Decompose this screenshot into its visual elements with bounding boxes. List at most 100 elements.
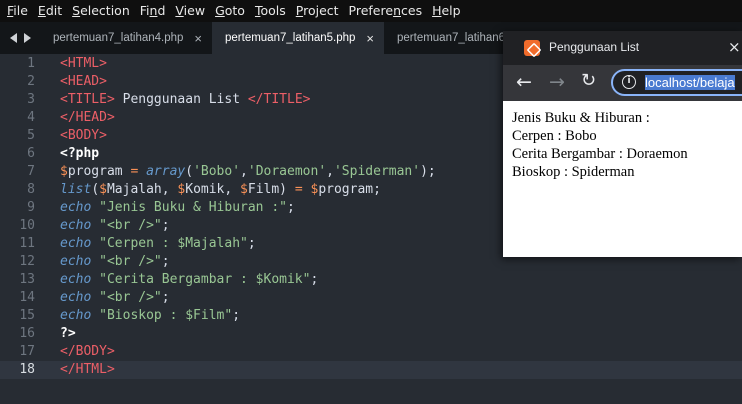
- code-line[interactable]: ?>: [60, 325, 76, 343]
- line-number: 16: [19, 326, 35, 341]
- code-token-tag: <HEAD>: [60, 74, 107, 89]
- menu-label: ile: [13, 3, 28, 18]
- line-number: 11: [19, 236, 35, 251]
- code-line[interactable]: </HTML>: [60, 361, 115, 379]
- close-icon[interactable]: ×: [366, 31, 374, 46]
- back-icon[interactable]: ←: [516, 71, 532, 93]
- code-line[interactable]: <HTML>: [60, 55, 107, 73]
- line-number: 5: [27, 128, 35, 143]
- code-line[interactable]: <BODY>: [60, 127, 107, 145]
- info-icon[interactable]: i: [622, 75, 636, 89]
- close-icon[interactable]: ×: [728, 38, 742, 56]
- menu-mnemonic: S: [72, 3, 81, 18]
- arrow-left-icon[interactable]: [9, 33, 17, 43]
- code-token-plain: ;: [310, 272, 319, 287]
- url-text[interactable]: localhost/belaja: [645, 74, 735, 91]
- line-number: 15: [19, 308, 35, 323]
- menu-mnemonic: V: [175, 3, 184, 18]
- menu-mnemonic: P: [295, 3, 304, 18]
- code-line[interactable]: echo "<br />";: [60, 289, 170, 307]
- tab-nav-arrows: [0, 22, 40, 54]
- line-number: 8: [27, 182, 35, 197]
- code-token-str: "<br />": [99, 254, 162, 269]
- line-number: 14: [19, 290, 35, 305]
- code-token-str: "Jenis Buku & Hiburan :": [99, 200, 287, 215]
- line-number: 18: [19, 362, 35, 377]
- code-line[interactable]: </HEAD>: [60, 109, 115, 127]
- code-line[interactable]: $program = array('Bobo','Doraemon','Spid…: [60, 163, 436, 181]
- url-selection: localhost/belaja: [645, 75, 735, 90]
- address-bar[interactable]: i localhost/belaja: [611, 69, 742, 96]
- code-token-kw: echo: [60, 290, 92, 305]
- forward-icon[interactable]: →: [549, 71, 565, 93]
- line-number: 2: [27, 74, 35, 89]
- code-token-kw: echo: [60, 236, 92, 251]
- code-token-plain: ,: [240, 164, 248, 179]
- code-line[interactable]: <TITLE> Penggunaan List </TITLE>: [60, 91, 310, 109]
- code-token-op: =: [294, 182, 303, 197]
- code-token-plain: );: [420, 164, 436, 179]
- menu-label: ools: [260, 3, 286, 18]
- code-line[interactable]: <?php: [60, 145, 99, 163]
- code-line[interactable]: list($Majalah, $Komik, $Film) = $program…: [60, 181, 381, 199]
- code-line[interactable]: echo "Cerpen : $Majalah";: [60, 235, 256, 253]
- favicon-icon: [524, 40, 540, 56]
- code-line[interactable]: <HEAD>: [60, 73, 107, 91]
- menu-goto[interactable]: Goto: [210, 0, 250, 22]
- menu-tools[interactable]: Tools: [250, 0, 291, 22]
- code-token-plain: program: [67, 164, 131, 179]
- tab-latihan5[interactable]: pertemuan7_latihan5.php ×: [212, 22, 384, 54]
- code-token-kw: echo: [60, 218, 92, 233]
- code-token-kw: echo: [60, 272, 92, 287]
- menu-selection[interactable]: Selection: [67, 0, 135, 22]
- code-token-var: $: [60, 164, 68, 179]
- code-token-plain: Penggunaan List: [114, 92, 248, 107]
- browser-tab-title[interactable]: Penggunaan List: [549, 40, 639, 54]
- code-line[interactable]: </BODY>: [60, 343, 115, 361]
- line-number: 6: [27, 146, 35, 161]
- code-token-tag: <HTML>: [60, 56, 107, 71]
- code-token-tag: </TITLE>: [247, 92, 311, 107]
- code-token-str: "<br />": [99, 290, 162, 305]
- menu-file[interactable]: File: [2, 0, 33, 22]
- arrow-right-icon[interactable]: [23, 33, 31, 43]
- menu-mnemonic: n: [393, 3, 401, 18]
- menu-label: iew: [183, 3, 206, 18]
- menu-preferences[interactable]: Preferences: [344, 0, 428, 22]
- tab-latihan4[interactable]: pertemuan7_latihan4.php ×: [40, 22, 212, 54]
- reload-icon[interactable]: ↻: [581, 70, 596, 91]
- menu-view[interactable]: View: [170, 0, 210, 22]
- code-token-plain: ;: [247, 236, 256, 251]
- code-token-plain: (: [91, 182, 100, 197]
- close-icon[interactable]: ×: [194, 31, 202, 46]
- code-line[interactable]: echo "Bioskop : $Film";: [60, 307, 240, 325]
- code-token-php: ?>: [60, 326, 76, 341]
- menu-help[interactable]: Help: [427, 0, 466, 22]
- menu-edit[interactable]: Edit: [33, 0, 67, 22]
- code-line[interactable]: echo "<br />";: [60, 253, 170, 271]
- code-token-plain: ;: [286, 200, 295, 215]
- menu-label: oto: [224, 3, 245, 18]
- menu-find[interactable]: Find: [135, 0, 171, 22]
- menu-mnemonic: G: [215, 3, 225, 18]
- menu-label: d: [157, 3, 166, 18]
- code-token-fn: list: [60, 182, 92, 197]
- code-token-kw: echo: [60, 254, 92, 269]
- code-token-plain: (: [185, 164, 194, 179]
- output-line: Cerpen : Bobo: [512, 128, 597, 144]
- page-content: Jenis Buku & Hiburan : Cerpen : Bobo Cer…: [503, 101, 742, 257]
- code-token-tag: </HTML>: [60, 362, 115, 377]
- code-line[interactable]: echo "Jenis Buku & Hiburan :";: [60, 199, 295, 217]
- code-line[interactable]: echo "Cerita Bergambar : $Komik";: [60, 271, 318, 289]
- browser-titlebar: Penggunaan List ×: [503, 31, 742, 65]
- code-line[interactable]: echo "<br />";: [60, 217, 170, 235]
- code-token-tag: <BODY>: [60, 128, 107, 143]
- menu-project[interactable]: Project: [291, 0, 344, 22]
